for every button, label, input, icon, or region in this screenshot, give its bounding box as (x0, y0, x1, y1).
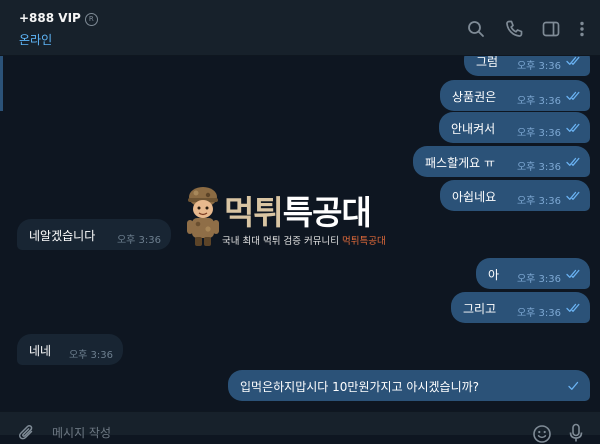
check-icon (566, 381, 582, 391)
message-text: 그리고 (463, 302, 497, 316)
double-check-icon (566, 191, 582, 201)
message-time: 오후 3:36 (516, 96, 561, 107)
message-outgoing[interactable]: 안내켜서 오후 3:36 (439, 112, 590, 143)
message-outgoing[interactable]: 상품권은 오후 3:36 (440, 80, 590, 111)
double-check-icon (566, 123, 582, 133)
message-outgoing[interactable]: 그리고 오후 3:36 (451, 292, 590, 323)
phone-icon[interactable] (504, 19, 524, 39)
message-outgoing[interactable]: 패스할게요 ㅠ 오후 3:36 (413, 146, 590, 177)
double-check-icon (566, 269, 582, 279)
message-incoming[interactable]: 네네 오후 3:36 (17, 334, 123, 365)
message-outgoing[interactable]: 입먹은하지맙시다 10만원가지고 아시겠습니까? (228, 370, 590, 401)
soldier-mascot-icon (187, 187, 219, 246)
paperclip-icon[interactable] (18, 424, 36, 442)
message-text: 패스할게요 ㅠ (425, 156, 496, 170)
chat-title[interactable]: +888 VIP R (19, 11, 98, 26)
microphone-icon[interactable] (568, 423, 584, 443)
registered-mark-icon: R (84, 13, 98, 26)
message-text: 네네 (29, 344, 52, 358)
message-text: 그럼 (476, 56, 499, 69)
message-text: 아쉽네요 (452, 190, 497, 204)
message-text: 안내켜서 (451, 122, 496, 136)
message-text: 아 (488, 268, 500, 282)
message-time: 오후 3:36 (516, 162, 561, 173)
double-check-icon (566, 56, 582, 66)
more-vertical-icon[interactable] (575, 19, 589, 39)
message-outgoing[interactable]: 아 오후 3:36 (476, 258, 590, 289)
message-text: 상품권은 (452, 90, 497, 104)
chat-header: +888 VIP R 온라인 (0, 0, 600, 56)
chat-title-text: +888 VIP (19, 11, 81, 25)
message-time: 오후 3:36 (516, 128, 561, 139)
double-check-icon (566, 91, 582, 101)
message-text: 입먹은하지맙시다 10만원가지고 아시겠습니까? (240, 380, 480, 394)
message-outgoing[interactable]: 아쉽네요 오후 3:36 (440, 180, 590, 211)
message-incoming[interactable]: 네알겠습니다 오후 3:36 (17, 219, 171, 250)
message-text: 네알겠습니다 (29, 229, 96, 243)
message-composer (0, 411, 600, 443)
message-time: 오후 3:36 (516, 274, 561, 285)
message-time: 오후 3:36 (68, 350, 113, 361)
message-outgoing[interactable]: 그럼 오후 3:36 (464, 56, 590, 76)
watermark-title: 먹튀특공대 (224, 193, 372, 232)
watermark-subtitle: 국내 최대 먹튀 검증 커뮤니티 먹튀특공대 (222, 236, 386, 247)
message-time: 오후 3:36 (516, 196, 561, 207)
message-time: 오후 3:36 (516, 61, 561, 72)
search-icon[interactable] (466, 19, 486, 39)
sidebar-toggle-icon[interactable] (541, 19, 561, 39)
message-input[interactable] (52, 425, 502, 441)
message-time: 오후 3:36 (116, 235, 161, 246)
emoji-icon[interactable] (532, 424, 552, 444)
double-check-icon (566, 157, 582, 167)
double-check-icon (566, 303, 582, 313)
site-watermark: 먹튀특공대 국내 최대 먹튀 검증 커뮤니티 먹튀특공대 (184, 186, 424, 248)
chat-status: 온라인 (19, 33, 53, 47)
message-time: 오후 3:36 (516, 308, 561, 319)
